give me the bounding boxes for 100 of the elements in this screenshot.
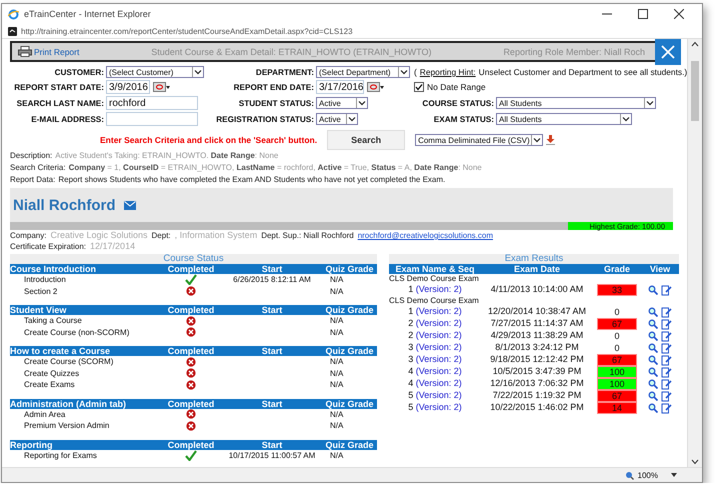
version-link[interactable]: (Version: 2) [416, 318, 462, 328]
search-icon[interactable] [648, 284, 658, 294]
no-date-range-checkbox[interactable] [414, 82, 424, 92]
scrollbar-thumb[interactable] [691, 61, 699, 121]
search-button[interactable]: Search [327, 130, 406, 150]
exam-seq: 5 (Version: 2) [407, 402, 463, 414]
version-link[interactable]: (Version: 2) [416, 390, 462, 400]
calendar-icon[interactable] [367, 82, 384, 92]
exam-seq: 1 (Version: 2) [407, 284, 463, 296]
column-header: View [648, 264, 672, 274]
field-label: DEPARTMENT: [256, 68, 314, 76]
start-time: 10/17/2015 11:00:57 AM [228, 450, 316, 461]
search-icon[interactable] [648, 330, 658, 340]
checkbox-label: No Date Range [427, 82, 486, 92]
section-title: Course Status [10, 254, 377, 264]
exam-seq: 2 (Version: 2) [407, 318, 463, 330]
edit-document-icon[interactable] [661, 318, 672, 330]
exam-seq: 4 (Version: 2) [407, 366, 463, 378]
print-report-link[interactable]: Print Report [18, 46, 80, 57]
edit-document-icon[interactable] [661, 342, 672, 354]
grade-value: 67 [597, 354, 637, 366]
version-link[interactable]: (Version: 2) [416, 284, 462, 294]
edit-document-icon[interactable] [661, 306, 672, 318]
student-status-select[interactable]: Active [316, 97, 368, 109]
edit-document-icon[interactable] [661, 366, 672, 378]
search-icon[interactable] [648, 366, 658, 376]
column-header: Quiz Grade [324, 346, 374, 356]
start-time: 6/26/2015 8:12:11 AM [232, 274, 312, 286]
edit-document-icon[interactable] [661, 284, 672, 296]
version-link[interactable]: (Version: 2) [416, 366, 462, 376]
check-icon [185, 450, 197, 461]
search-icon[interactable] [648, 306, 658, 316]
last-name-field[interactable]: rochford [106, 96, 198, 110]
address-url[interactable]: http://training.etraincenter.com/reportCenter/studentCourseAndExamDetail.aspx?cid=CLS123 [21, 26, 353, 36]
end-date-field[interactable]: 3/17/2016 [316, 80, 364, 94]
hint-bracket: ( [414, 67, 417, 77]
search-icon[interactable] [648, 378, 658, 388]
download-icon[interactable] [546, 135, 556, 145]
version-link[interactable]: (Version: 2) [416, 378, 462, 388]
exam-date: 7/22/2015 1:19:32 PM [492, 390, 582, 402]
close-button[interactable] [655, 39, 681, 65]
close-icon[interactable] [674, 9, 684, 19]
edit-document-icon[interactable] [661, 390, 672, 402]
scroll-down-icon[interactable] [691, 459, 699, 465]
course-status-select[interactable]: All Students [496, 97, 656, 109]
maximize-icon[interactable] [638, 9, 648, 19]
department-select[interactable]: (Select Department) [316, 66, 410, 78]
search-icon[interactable] [648, 318, 658, 328]
exam-seq: 3 (Version: 2) [407, 342, 463, 354]
page-icon [8, 26, 17, 36]
edit-document-icon[interactable] [661, 330, 672, 342]
lesson-name: Section 2 [23, 286, 58, 297]
edit-document-icon[interactable] [661, 402, 672, 414]
search-icon[interactable] [648, 342, 658, 352]
caret-icon[interactable] [670, 472, 678, 478]
exam-seq: 3 (Version: 2) [407, 354, 463, 366]
exam-seq: 1 (Version: 2) [407, 306, 463, 318]
search-icon[interactable] [648, 402, 658, 412]
version-link[interactable]: (Version: 2) [416, 306, 462, 316]
report-info-line: Description: Active Student's Taking: ETRAIN_HOWTO. Date Range: None [10, 150, 280, 162]
zoom-level[interactable]: 100% [638, 470, 658, 480]
scroll-up-icon[interactable] [691, 41, 699, 47]
start-date-field[interactable]: 3/9/2016 [106, 80, 150, 94]
exam-status-select[interactable]: All Students [496, 113, 632, 125]
check-icon [185, 274, 197, 286]
quiz-grade: N/A [329, 274, 344, 286]
email-icon[interactable] [124, 200, 136, 210]
export-format-select[interactable]: Comma Deliminated File (CSV) [415, 134, 544, 146]
search-icon[interactable] [648, 354, 658, 364]
lesson-name: Admin Area [23, 408, 66, 420]
version-link[interactable]: (Version: 2) [416, 342, 462, 352]
version-link[interactable]: (Version: 2) [416, 330, 462, 340]
column-header: Completed [166, 398, 216, 408]
column-header: Completed [166, 264, 216, 274]
edit-document-icon[interactable] [661, 354, 672, 366]
customer-select[interactable]: (Select Customer) [106, 66, 204, 78]
exam-date: 10/22/2015 1:46:02 PM [489, 402, 585, 414]
version-link[interactable]: (Version: 2) [416, 354, 462, 364]
caret-icon [346, 114, 357, 124]
exam-date: 4/29/2013 11:38:29 AM [490, 330, 584, 342]
supervisor-email-link[interactable]: nrochford@creativelogicsolutions.com [358, 230, 493, 241]
quiz-grade: N/A [329, 368, 344, 379]
column-header: Exam Date [512, 264, 562, 274]
supervisor-label: Dept. Sup.: Niall Rochford [261, 230, 354, 241]
exam-date: 9/18/2015 12:12:42 PM [489, 354, 585, 366]
calendar-icon[interactable] [153, 82, 170, 92]
error-icon [186, 420, 196, 431]
lesson-name: Reporting for Exams [23, 450, 98, 461]
close-icon [661, 45, 675, 59]
version-link[interactable]: (Version: 2) [416, 402, 462, 412]
column-header: Quiz Grade [324, 264, 374, 274]
group-name: Administration (Admin tab) [10, 398, 127, 408]
window-title: eTrainCenter - Internet Explorer [24, 9, 152, 19]
field-label: E-MAIL ADDRESS: [31, 114, 104, 124]
quiz-grade: N/A [329, 326, 344, 338]
email-field[interactable] [106, 112, 198, 126]
error-icon [186, 316, 196, 326]
search-icon[interactable] [648, 390, 658, 400]
edit-document-icon[interactable] [661, 378, 672, 390]
registration-status-select[interactable]: Active [316, 113, 358, 125]
